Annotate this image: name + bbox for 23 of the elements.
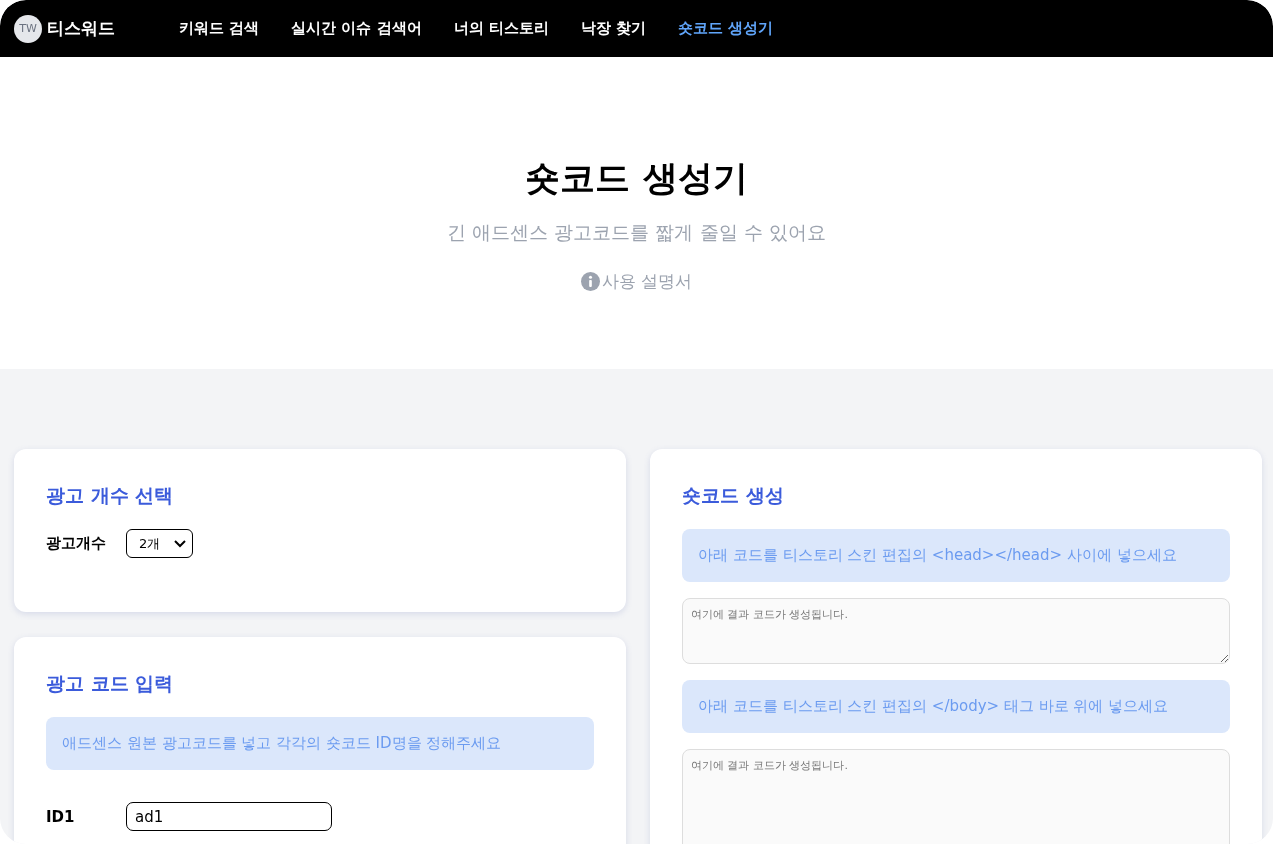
card-title: 광고 개수 선택 bbox=[46, 483, 175, 508]
nav-link[interactable]: 실시간 이슈 검색어 bbox=[291, 19, 422, 38]
info-icon[interactable] bbox=[580, 272, 600, 291]
logo-badge[interactable]: TW bbox=[14, 14, 42, 43]
id-input-field[interactable]: ad1 bbox=[126, 802, 332, 831]
page-subtitle: 긴 애드센스 광고코드를 짧게 줄일 수 있어요 bbox=[447, 220, 826, 245]
field-label: ID1 bbox=[46, 807, 76, 826]
nav-link[interactable]: 키워드 검색 bbox=[179, 19, 260, 38]
field-label: 광고개수 bbox=[46, 534, 107, 553]
card-title: 숏코드 생성 bbox=[682, 483, 785, 508]
nav-link[interactable]: 너의 티스토리 bbox=[453, 19, 549, 38]
result-code-field[interactable]: 여기에 결과 코드가 생성됩니다. bbox=[682, 749, 1230, 844]
nav-link[interactable]: 숏코드 생성기 bbox=[678, 19, 774, 38]
page-title: 숏코드 생성기 bbox=[525, 157, 748, 200]
chevron-down-icon bbox=[174, 539, 186, 548]
result-code-field[interactable]: 여기에 결과 코드가 생성됩니다. bbox=[682, 598, 1230, 664]
card-title: 광고 코드 입력 bbox=[46, 671, 175, 696]
count-select[interactable]: 2개 bbox=[126, 529, 193, 558]
logo-text[interactable]: 티스워드 bbox=[47, 17, 115, 40]
notice-text: 아래 코드를 티스토리 스킨 편집의 <head></head> 사이에 넣으세요 bbox=[682, 529, 1230, 582]
nav-link[interactable]: 낙장 찾기 bbox=[580, 19, 647, 38]
notice-text: 아래 코드를 티스토리 스킨 편집의 </body> 태그 바로 위에 넣으세요 bbox=[682, 680, 1230, 733]
notice-text: 애드센스 원본 광고코드를 넣고 각각의 숏코드 ID명을 정해주세요 bbox=[46, 717, 594, 770]
